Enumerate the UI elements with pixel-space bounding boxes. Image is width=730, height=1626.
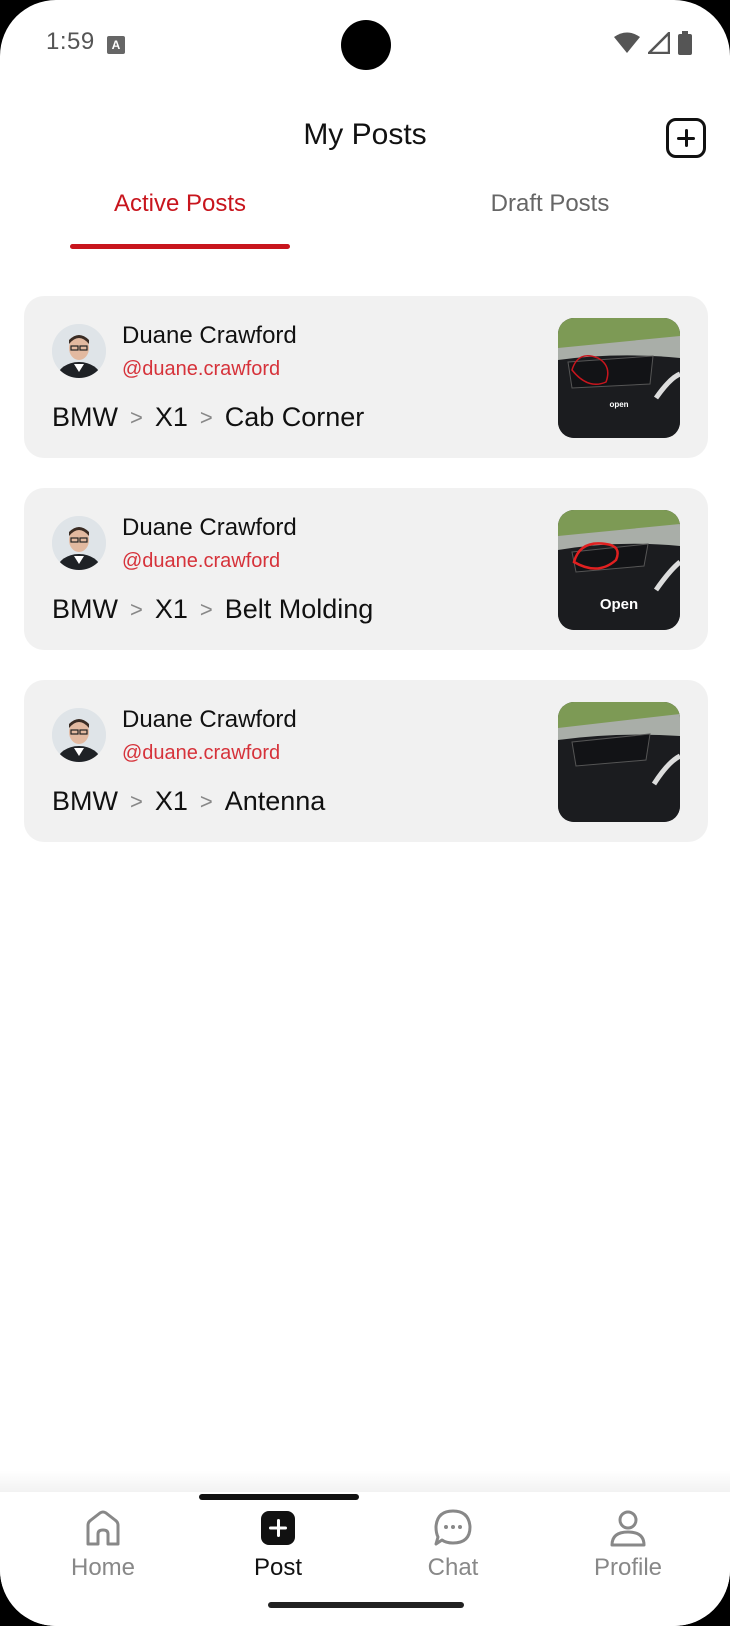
breadcrumb-part: Cab Corner bbox=[224, 402, 365, 432]
screen: 1:59 A My Posts Active Posts Draft Posts bbox=[0, 0, 730, 1626]
post-icon bbox=[261, 1511, 295, 1545]
breadcrumb-make: BMW bbox=[52, 594, 118, 624]
avatar bbox=[52, 516, 106, 570]
post-card[interactable]: Duane Crawford @duane.crawford BMW > X1 … bbox=[24, 296, 708, 458]
nav-label: Post bbox=[253, 1554, 303, 1581]
post-thumbnail[interactable]: Open bbox=[558, 510, 680, 630]
nav-label: Chat bbox=[427, 1554, 479, 1581]
battery-icon bbox=[678, 31, 692, 55]
car-sunroof-image bbox=[558, 702, 680, 822]
user-name: Duane Crawford bbox=[122, 514, 297, 541]
accessibility-a-icon: A bbox=[107, 36, 125, 54]
cellular-signal-icon bbox=[648, 32, 670, 54]
breadcrumb: BMW > X1 > Belt Molding bbox=[52, 594, 373, 625]
breadcrumb-separator: > bbox=[129, 596, 143, 622]
add-post-button[interactable] bbox=[666, 118, 706, 158]
status-time: 1:59 bbox=[46, 28, 95, 55]
breadcrumb-model: X1 bbox=[154, 786, 188, 816]
thumbnail-label: Open bbox=[599, 596, 639, 613]
breadcrumb-separator: > bbox=[199, 596, 213, 622]
page-title: My Posts bbox=[303, 118, 427, 151]
profile-icon bbox=[610, 1510, 646, 1547]
nav-label: Home bbox=[70, 1554, 136, 1581]
breadcrumb-model: X1 bbox=[154, 402, 188, 432]
avatar-image bbox=[52, 324, 106, 378]
car-sunroof-image bbox=[558, 318, 680, 438]
active-tab-indicator bbox=[70, 244, 290, 249]
avatar-image bbox=[52, 708, 106, 762]
breadcrumb-separator: > bbox=[199, 404, 213, 430]
home-icon bbox=[86, 1510, 120, 1546]
nav-shadow bbox=[0, 1470, 730, 1492]
avatar-image bbox=[52, 516, 106, 570]
breadcrumb-separator: > bbox=[129, 404, 143, 430]
status-bar: 1:59 A bbox=[0, 0, 730, 90]
tab-active-posts[interactable]: Active Posts bbox=[70, 190, 290, 218]
thumbnail-label: open bbox=[609, 400, 629, 409]
wifi-icon bbox=[614, 32, 640, 53]
post-card[interactable]: Duane Crawford @duane.crawford BMW > X1 … bbox=[24, 488, 708, 650]
breadcrumb-model: X1 bbox=[154, 594, 188, 624]
camera-cutout bbox=[341, 20, 391, 70]
post-thumbnail[interactable] bbox=[558, 702, 680, 822]
gesture-home-handle[interactable] bbox=[268, 1602, 464, 1608]
tab-draft-posts[interactable]: Draft Posts bbox=[440, 190, 660, 218]
nav-post[interactable]: Post bbox=[203, 1508, 353, 1582]
user-name: Duane Crawford bbox=[122, 322, 297, 349]
breadcrumb: BMW > X1 > Antenna bbox=[52, 786, 325, 817]
avatar bbox=[52, 324, 106, 378]
user-handle[interactable]: @duane.crawford bbox=[122, 550, 280, 573]
nav-profile[interactable]: Profile bbox=[553, 1508, 703, 1582]
user-handle[interactable]: @duane.crawford bbox=[122, 358, 280, 381]
user-name: Duane Crawford bbox=[122, 706, 297, 733]
post-thumbnail[interactable]: open bbox=[558, 318, 680, 438]
breadcrumb-make: BMW bbox=[52, 786, 118, 816]
breadcrumb: BMW > X1 > Cab Corner bbox=[52, 402, 364, 433]
breadcrumb-make: BMW bbox=[52, 402, 118, 432]
post-card[interactable]: Duane Crawford @duane.crawford BMW > X1 … bbox=[24, 680, 708, 842]
avatar bbox=[52, 708, 106, 762]
nav-chat[interactable]: Chat bbox=[378, 1508, 528, 1582]
breadcrumb-part: Belt Molding bbox=[224, 594, 374, 624]
breadcrumb-part: Antenna bbox=[224, 786, 326, 816]
nav-active-indicator bbox=[199, 1494, 359, 1500]
breadcrumb-separator: > bbox=[129, 788, 143, 814]
breadcrumb-separator: > bbox=[199, 788, 213, 814]
chat-icon bbox=[434, 1509, 472, 1546]
user-handle[interactable]: @duane.crawford bbox=[122, 742, 280, 765]
nav-label: Profile bbox=[593, 1554, 663, 1581]
status-icons bbox=[614, 30, 692, 56]
nav-home[interactable]: Home bbox=[28, 1508, 178, 1582]
